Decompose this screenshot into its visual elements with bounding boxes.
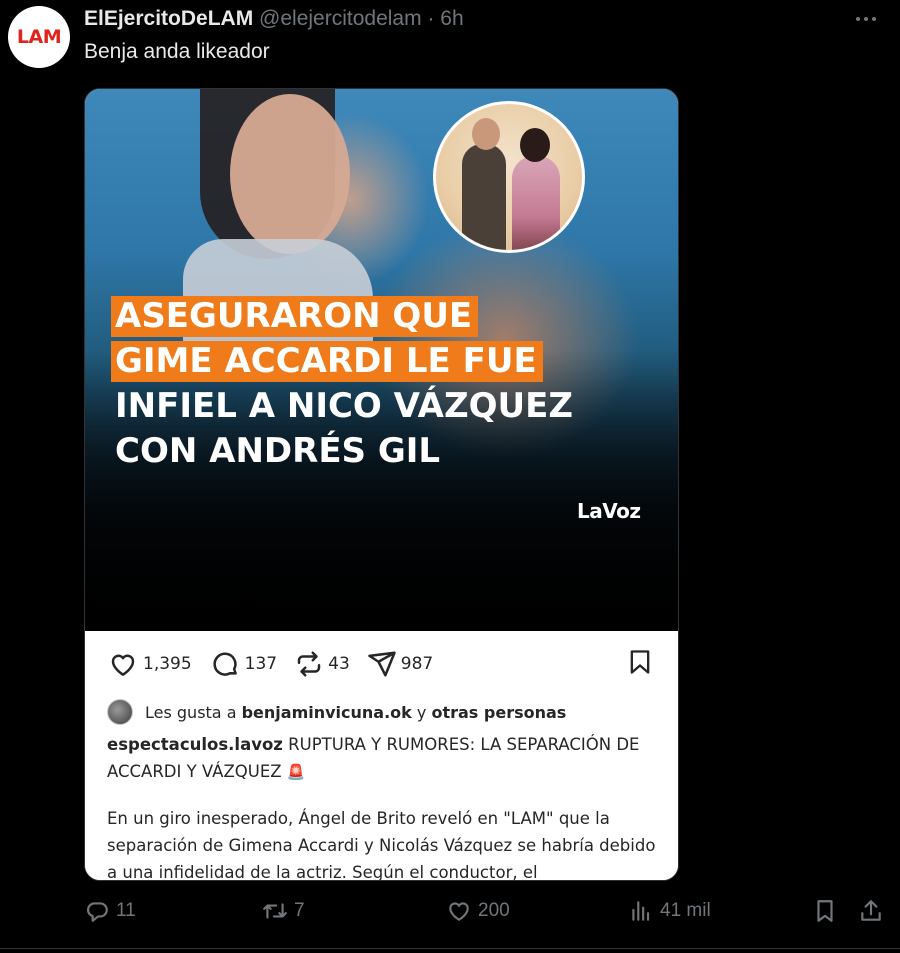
separator-dot: · [427,7,435,30]
reply-count: 11 [116,900,136,921]
caption-user: espectaculos.lavoz [107,735,283,754]
liked-by: Les gusta a benjaminvicuna.ok y otras pe… [107,699,566,725]
tweet-actions: 11 7 200 41 mil [84,898,888,932]
reply-icon [86,902,108,922]
headline-line-3: INFIEL A NICO VÁZQUEZ [115,386,574,426]
author-handle[interactable]: @elejercitodelam [259,7,422,30]
ig-action-bar: 1,395 137 43 987 [107,649,450,679]
tweet-header: ElEjercitoDeLAM @elejercitodelam · 6h [84,7,464,31]
tweet-text: Benja anda likeador [84,40,270,63]
tweet-media[interactable]: ASEGURARON QUE GIME ACCARDI LE FUE INFIE… [84,88,679,881]
inset-photo [433,101,585,253]
like-count: 200 [478,900,510,921]
repost-icon [297,651,321,677]
caption-body: En un giro inesperado, Ángel de Brito re… [107,809,656,881]
headline-line-4: CON ANDRÉS GIL [115,431,441,471]
instagram-post: 1,395 137 43 987 Les gusta a benjaminvic… [85,631,678,880]
retweet-button[interactable]: 7 [262,898,305,924]
heart-icon [449,902,469,921]
ig-share-count: 987 [367,649,433,679]
headline-highlight-1: ASEGURARON QUE [111,296,479,337]
divider [0,948,900,949]
avatar[interactable]: LAM [8,6,70,68]
bookmark-icon [817,900,833,922]
reply-button[interactable]: 11 [84,898,136,924]
headline-highlight-2: GIME ACCARDI LE FUE [111,341,543,382]
share-icon [861,900,881,921]
retweet-icon [263,903,287,919]
siren-icon: 🚨 [286,763,306,781]
share-button[interactable] [858,898,890,924]
news-photo: ASEGURARON QUE GIME ACCARDI LE FUE INFIE… [85,89,678,631]
ig-comment-count: 137 [209,649,277,679]
more-icon[interactable] [856,14,882,24]
views-button[interactable]: 41 mil [628,898,711,924]
ig-like-count: 1,395 [107,649,192,679]
ig-repost-count: 43 [294,649,350,679]
views-count: 41 mil [660,900,711,921]
retweet-count: 7 [294,900,305,921]
bookmark-button[interactable] [812,898,844,924]
timestamp[interactable]: 6h [440,7,463,30]
liker-avatar [107,699,133,725]
comment-icon [213,652,237,676]
send-icon [368,651,396,677]
author-name[interactable]: ElEjercitoDeLAM [84,7,253,30]
avatar-logo-text: LAM [16,26,62,48]
ig-caption: espectaculos.lavoz RUPTURA Y RUMORES: LA… [107,731,667,881]
lavoz-logo: LaVoz [577,499,641,523]
headline: ASEGURARON QUE GIME ACCARDI LE FUE INFIE… [111,294,675,474]
views-icon [632,901,650,921]
like-button[interactable]: 200 [446,898,510,924]
heart-icon [111,654,135,676]
ig-bookmark-icon [630,650,650,674]
